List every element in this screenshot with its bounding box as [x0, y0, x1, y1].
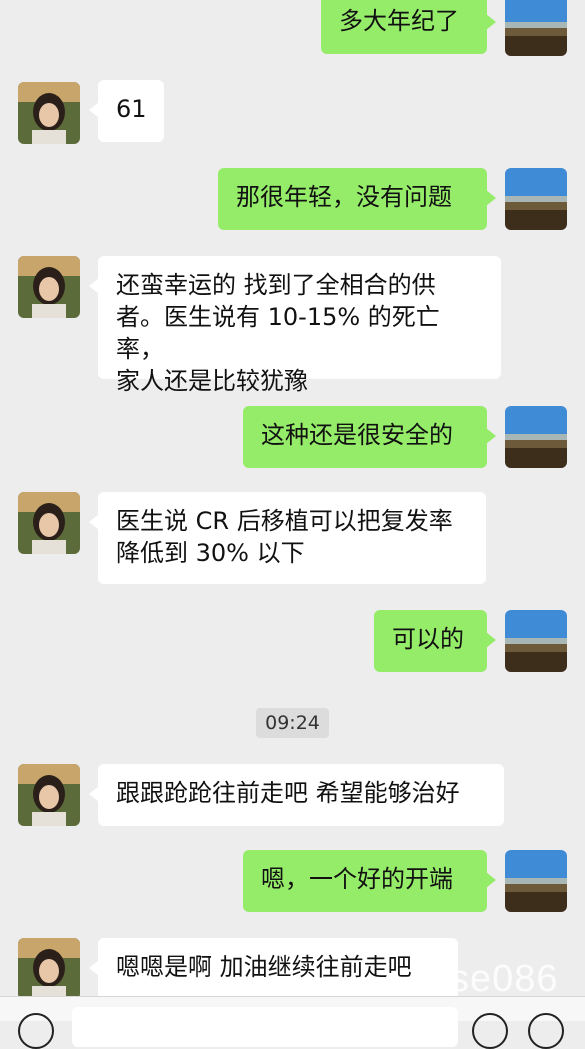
message-bubble-received[interactable]: 还蛮幸运的 找到了全相合的供 者。医生说有 10-15% 的死亡率， 家人还是比…	[89, 256, 501, 395]
landscape-avatar-icon	[505, 0, 567, 56]
message-bubble-received[interactable]: 嗯嗯是啊 加油继续往前走吧	[89, 938, 458, 1000]
woman-avatar-icon	[18, 256, 80, 318]
landscape-avatar-icon	[505, 406, 567, 468]
contact-avatar[interactable]	[18, 492, 80, 554]
message-bubble-sent[interactable]: 嗯，一个好的开端	[243, 850, 496, 912]
message-bubble-sent[interactable]: 这种还是很安全的	[243, 406, 496, 468]
my-avatar[interactable]	[505, 168, 567, 230]
my-avatar[interactable]	[505, 610, 567, 672]
voice-icon[interactable]	[18, 1013, 54, 1049]
chat-window: 多大年纪了 61 那很年轻，没有问题 还蛮幸运的 找到了全相合的供 者。医生说有…	[0, 0, 585, 1049]
contact-avatar[interactable]	[18, 256, 80, 318]
contact-avatar[interactable]	[18, 764, 80, 826]
woman-avatar-icon	[18, 764, 80, 826]
message-bubble-sent[interactable]: 可以的	[374, 610, 496, 672]
woman-avatar-icon	[18, 82, 80, 144]
contact-avatar[interactable]	[18, 938, 80, 1000]
message-bubble-sent[interactable]: 那很年轻，没有问题	[218, 168, 496, 230]
woman-avatar-icon	[18, 492, 80, 554]
my-avatar[interactable]	[505, 406, 567, 468]
message-bubble-received[interactable]: 医生说 CR 后移植可以把复发率 降低到 30% 以下	[89, 492, 486, 584]
timestamp: 09:24	[256, 708, 329, 738]
add-icon[interactable]	[528, 1013, 564, 1049]
message-bubble-sent[interactable]: 多大年纪了	[321, 0, 496, 54]
message-bubble-received[interactable]: 61	[89, 80, 164, 142]
my-avatar[interactable]	[505, 0, 567, 56]
landscape-avatar-icon	[505, 610, 567, 672]
emoji-icon[interactable]	[472, 1013, 508, 1049]
landscape-avatar-icon	[505, 168, 567, 230]
contact-avatar[interactable]	[18, 82, 80, 144]
landscape-avatar-icon	[505, 850, 567, 912]
message-input[interactable]	[72, 1007, 458, 1047]
watermark: se086	[450, 958, 559, 1000]
my-avatar[interactable]	[505, 850, 567, 912]
message-bubble-received[interactable]: 跟跟跄跄往前走吧 希望能够治好	[89, 764, 504, 826]
woman-avatar-icon	[18, 938, 80, 1000]
input-bar	[0, 996, 585, 1049]
